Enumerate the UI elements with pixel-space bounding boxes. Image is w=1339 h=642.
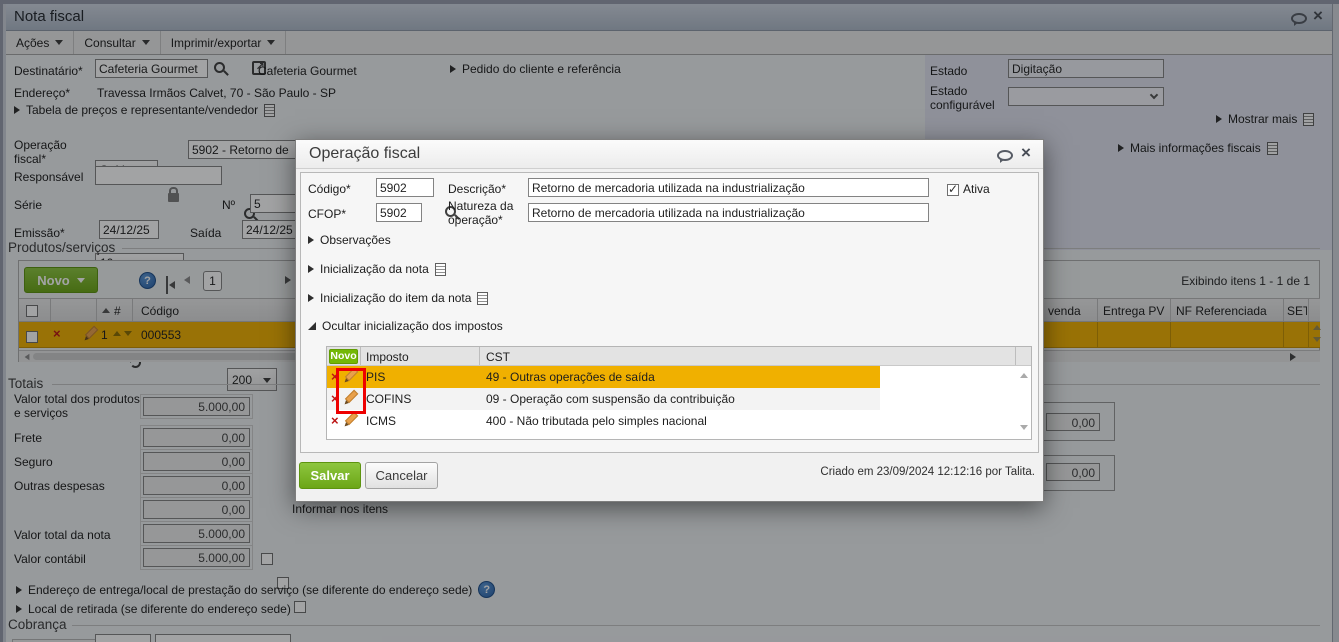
section-inicializacao-item-label: Inicialização do item da nota <box>320 291 472 305</box>
annotation-highlight <box>336 368 366 414</box>
expanded-arrow-icon <box>308 322 316 330</box>
comments-icon[interactable] <box>997 150 1013 163</box>
novo-imposto-button[interactable]: Novo <box>329 349 358 364</box>
cancelar-button[interactable]: Cancelar <box>365 462 438 489</box>
section-observacoes-label: Observações <box>320 233 391 247</box>
edit-imposto-icon[interactable] <box>343 413 358 428</box>
notes-icon[interactable] <box>434 262 446 276</box>
descricao-label: Descrição* <box>448 182 507 196</box>
cfop-input[interactable]: 5902 <box>376 203 422 222</box>
collapsed-arrow-icon <box>308 294 314 302</box>
section-inicializacao-nota[interactable]: Inicialização da nota <box>308 262 446 276</box>
ativa-checkbox[interactable] <box>947 182 959 196</box>
cancelar-label: Cancelar <box>375 468 428 483</box>
imposto-name: COFINS <box>366 392 412 406</box>
natureza-input[interactable]: Retorno de mercadoria utilizada na indus… <box>528 203 929 222</box>
section-inicializacao-item[interactable]: Inicialização do item da nota <box>308 291 489 305</box>
imposto-cst: 400 - Não tributada pelo simples naciona… <box>486 414 707 428</box>
section-impostos-label: Ocultar inicialização dos impostos <box>322 319 503 333</box>
modal-title: Operação fiscal <box>309 145 421 162</box>
natureza-label: Natureza da operação* <box>448 199 514 227</box>
imposto-name: PIS <box>366 370 386 384</box>
salvar-label: Salvar <box>310 468 350 483</box>
close-icon[interactable] <box>1021 144 1031 161</box>
col-imposto[interactable]: Imposto <box>366 350 409 364</box>
delete-imposto-icon[interactable] <box>331 415 339 427</box>
imposto-name: ICMS <box>366 414 396 428</box>
created-info: Criado em 23/09/2024 12:12:16 por Talita… <box>820 466 1035 478</box>
scroll-up-icon[interactable] <box>1020 373 1028 378</box>
imposto-row-cofins[interactable]: COFINS 09 - Operação com suspensão da co… <box>327 388 1031 410</box>
nota-fiscal-window: Nota fiscal Ações Consultar Imprimir/exp… <box>0 0 1339 642</box>
codigo-input[interactable]: 5902 <box>376 178 434 197</box>
salvar-button[interactable]: Salvar <box>299 462 361 489</box>
operacao-fiscal-modal: Operação fiscal Código* 5902 Descrição* … <box>295 139 1044 502</box>
section-inicializacao-nota-label: Inicialização da nota <box>320 262 429 276</box>
modal-title-bar: Operação fiscal <box>296 140 1043 169</box>
imposto-cst: 49 - Outras operações de saída <box>486 370 655 384</box>
impostos-grid: Novo Imposto CST PIS 49 - Outras operaçõ… <box>326 346 1032 440</box>
notes-icon[interactable] <box>477 291 489 305</box>
collapsed-arrow-icon <box>308 236 314 244</box>
collapsed-arrow-icon <box>308 265 314 273</box>
imposto-row-icms[interactable]: ICMS 400 - Não tributada pelo simples na… <box>327 410 1031 432</box>
col-cst[interactable]: CST <box>486 350 510 364</box>
codigo-label: Código* <box>308 182 351 196</box>
cfop-label: CFOP* <box>308 207 347 221</box>
scroll-down-icon[interactable] <box>1020 425 1028 430</box>
impostos-grid-header: Novo Imposto CST <box>327 347 1031 366</box>
ativa-label: Ativa <box>963 182 990 196</box>
imposto-row-pis[interactable]: PIS 49 - Outras operações de saída <box>327 366 1031 388</box>
section-observacoes[interactable]: Observações <box>308 233 391 247</box>
section-impostos[interactable]: Ocultar inicialização dos impostos <box>308 319 503 333</box>
imposto-cst: 09 - Operação com suspensão da contribui… <box>486 392 735 406</box>
descricao-input[interactable]: Retorno de mercadoria utilizada na indus… <box>528 178 929 197</box>
